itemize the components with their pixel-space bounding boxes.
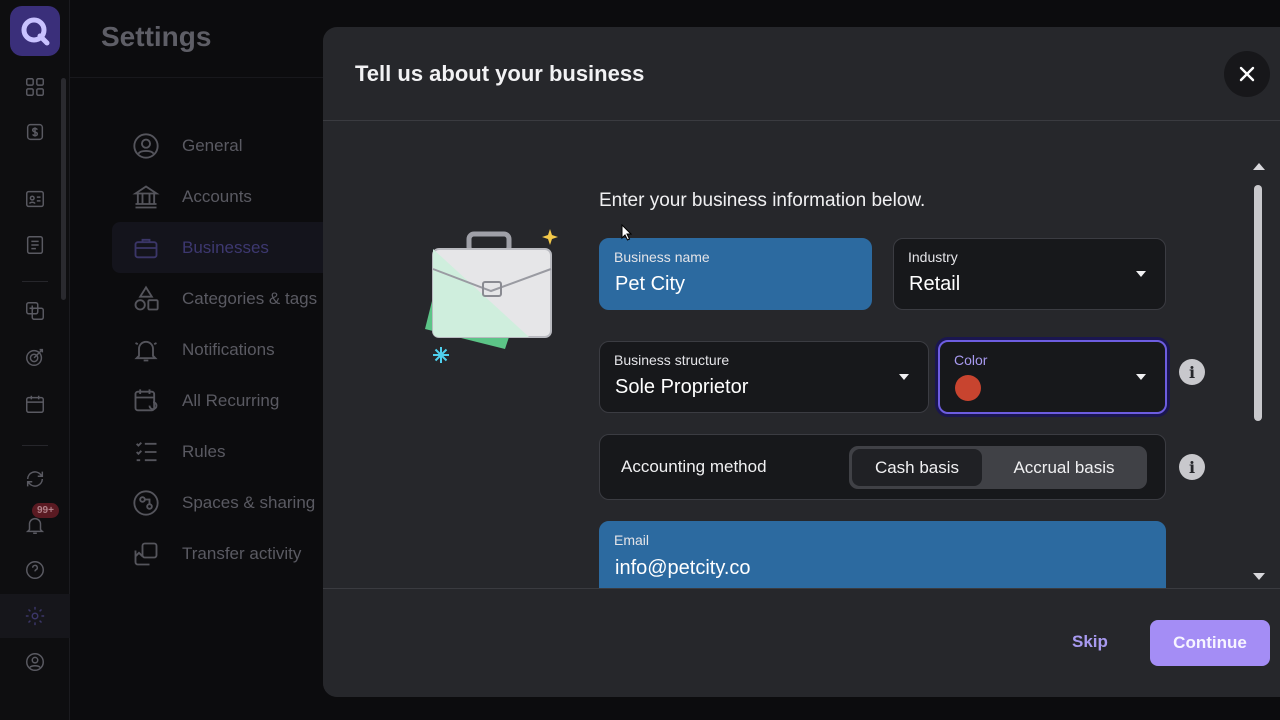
nav-item-businesses[interactable]: Businesses xyxy=(112,222,332,273)
nav-label: Notifications xyxy=(182,339,275,359)
page-title: Settings xyxy=(101,21,212,52)
app-logo[interactable] xyxy=(10,6,60,56)
settings-nav: General Accounts Businesses Categories &… xyxy=(112,120,332,579)
business-name-value: Pet City xyxy=(615,273,686,295)
help-icon[interactable] xyxy=(22,557,48,583)
modal-title: Tell us about your business xyxy=(355,61,645,86)
email-label: Email xyxy=(614,532,650,548)
chevron-down-icon xyxy=(1136,271,1146,277)
cash-basis-option[interactable]: Cash basis xyxy=(852,449,982,486)
budget-icon[interactable] xyxy=(22,298,48,324)
accounting-method-label: Accounting method xyxy=(621,457,767,476)
dashboard-icon[interactable] xyxy=(22,74,48,100)
nav-label: Businesses xyxy=(182,237,269,257)
info-icon[interactable]: i xyxy=(1179,454,1205,480)
scroll-up-icon[interactable] xyxy=(1253,163,1265,170)
business-structure-label: Business structure xyxy=(614,352,730,368)
nav-item-spaces-sharing[interactable]: Spaces & sharing xyxy=(112,477,332,528)
accounting-method-control: Accounting method Cash basis Accrual bas… xyxy=(599,434,1166,500)
color-swatch xyxy=(955,375,981,401)
nav-label: Accounts xyxy=(182,186,252,206)
settings-icon[interactable] xyxy=(22,603,48,629)
accrual-basis-option[interactable]: Accrual basis xyxy=(985,449,1143,486)
shapes-icon xyxy=(134,285,159,310)
industry-select[interactable]: Industry Retail xyxy=(893,238,1166,310)
notification-badge: 99+ xyxy=(32,503,59,518)
industry-label: Industry xyxy=(908,249,958,265)
scroll-down-icon[interactable] xyxy=(1253,573,1265,580)
skip-button[interactable]: Skip xyxy=(1060,622,1120,662)
email-value: info@petcity.co xyxy=(615,557,751,579)
nav-label: Rules xyxy=(182,441,226,461)
nav-item-rules[interactable]: Rules xyxy=(112,426,332,477)
nav-label: All Recurring xyxy=(182,390,280,410)
sparkle-icon xyxy=(433,347,449,363)
business-name-label: Business name xyxy=(614,249,710,265)
user-circle-icon xyxy=(133,132,159,159)
nav-item-notifications[interactable]: Notifications xyxy=(112,324,332,375)
rail-divider xyxy=(22,281,48,282)
close-button[interactable] xyxy=(1224,51,1270,97)
scroll-thumb[interactable] xyxy=(1254,185,1262,421)
nav-item-all-recurring[interactable]: All Recurring xyxy=(112,375,332,426)
rail-scrollbar[interactable] xyxy=(61,78,66,300)
business-name-field[interactable]: Business name Pet City xyxy=(599,238,872,310)
list-icon xyxy=(136,441,157,461)
nav-label: Spaces & sharing xyxy=(182,492,316,512)
modal-footer: Skip Continue xyxy=(323,588,1280,697)
color-select[interactable]: Color xyxy=(938,340,1167,414)
calendar-icon[interactable] xyxy=(22,391,48,417)
profile-icon[interactable] xyxy=(22,649,48,675)
briefcase-illustration-icon xyxy=(425,229,558,349)
bell-icon xyxy=(134,340,158,361)
continue-button[interactable]: Continue xyxy=(1150,620,1270,666)
nav-label: Transfer activity xyxy=(182,543,302,563)
nav-label: General xyxy=(182,135,243,155)
accounting-method-toggle: Cash basis Accrual basis xyxy=(849,446,1147,489)
recurring-calendar-icon xyxy=(134,388,158,411)
briefcase-icon xyxy=(134,238,158,258)
nav-item-transfer-activity[interactable]: Transfer activity xyxy=(112,528,332,579)
bank-icon xyxy=(132,184,160,208)
chevron-down-icon xyxy=(899,374,909,380)
icon-rail: 99+ xyxy=(0,0,70,720)
sync-icon[interactable] xyxy=(22,466,48,492)
chevron-down-icon xyxy=(1136,374,1146,380)
transactions-icon[interactable] xyxy=(22,119,48,145)
transfer-icon xyxy=(134,542,158,565)
logo-icon xyxy=(21,17,50,46)
industry-value: Retail xyxy=(909,273,961,295)
goals-icon[interactable] xyxy=(22,344,48,370)
modal-header: Tell us about your business xyxy=(323,27,1280,121)
nav-item-general[interactable]: General xyxy=(112,120,332,171)
reports-icon[interactable] xyxy=(22,232,48,258)
business-info-modal: Tell us about your business Enter your b… xyxy=(323,27,1280,697)
info-icon[interactable]: i xyxy=(1179,359,1205,385)
mouse-cursor-icon xyxy=(621,224,633,241)
wallet-icon[interactable] xyxy=(22,186,48,212)
nav-label: Categories & tags xyxy=(182,288,318,308)
business-structure-select[interactable]: Business structure Sole Proprietor xyxy=(599,341,929,413)
color-label: Color xyxy=(954,352,988,368)
modal-scrollbar[interactable] xyxy=(1251,163,1265,583)
nav-item-categories[interactable]: Categories & tags xyxy=(112,273,332,324)
close-icon xyxy=(1239,66,1255,82)
nav-item-accounts[interactable]: Accounts xyxy=(112,171,332,222)
rail-divider xyxy=(22,445,48,446)
share-icon xyxy=(133,489,159,516)
intro-text: Enter your business information below. xyxy=(599,190,926,211)
business-structure-value: Sole Proprietor xyxy=(615,376,749,398)
